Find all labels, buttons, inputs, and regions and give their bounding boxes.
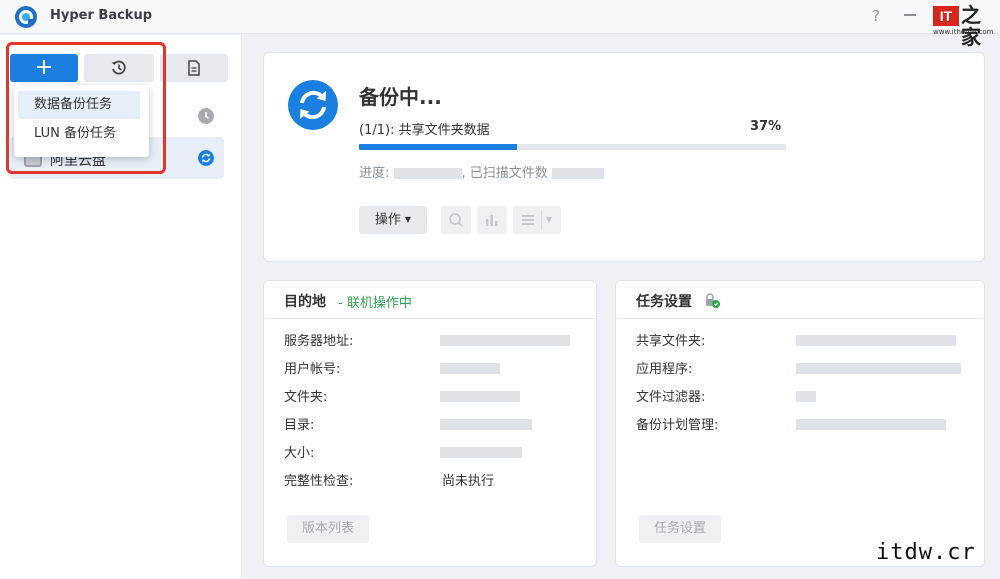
caret-down-icon: ▼ <box>546 215 553 224</box>
app-logo-icon <box>15 6 37 28</box>
progress-detail: 进度: , 已扫描文件数 <box>359 162 604 181</box>
log-button[interactable] <box>160 54 228 82</box>
redacted-value <box>440 445 522 460</box>
encrypted-lock-icon <box>706 293 720 308</box>
version-list-button[interactable]: 版本列表 <box>287 515 369 543</box>
applications-label: 应用程序: <box>636 362 693 377</box>
integrity-check-label: 完整性检查: <box>284 474 354 489</box>
redacted-value <box>440 417 532 432</box>
minimize-button[interactable] <box>904 14 916 16</box>
card-header: 目的地 - 联机操作中 <box>264 281 596 319</box>
task-settings-button[interactable]: 任务设置 <box>639 515 721 543</box>
backup-schedule-label: 备份计划管理: <box>636 418 719 433</box>
redacted-value <box>796 389 816 404</box>
search-history-icon <box>449 213 463 227</box>
bar-chart-icon <box>486 215 498 226</box>
user-account-label: 用户帐号: <box>284 362 341 377</box>
clock-icon <box>198 108 214 124</box>
actions-label: 操作 <box>374 212 401 228</box>
redacted-value <box>796 417 946 432</box>
directory-label: 目录: <box>284 418 315 433</box>
caret-down-icon: ▼ <box>404 215 412 224</box>
document-icon <box>188 60 200 76</box>
redacted-value <box>440 333 570 348</box>
progress-bar <box>359 144 786 150</box>
divider <box>541 210 542 230</box>
ithome-logo: IT 之家 www.ithome.com <box>933 4 994 48</box>
browse-button[interactable] <box>441 206 471 234</box>
progress-detail-mid: , 已扫描文件数 <box>461 166 548 181</box>
redacted-value <box>393 168 462 179</box>
ithome-logo-it: IT <box>933 6 959 26</box>
redacted-value <box>551 168 604 179</box>
sync-icon <box>198 150 214 166</box>
watermark-text: itdw.cr <box>876 540 976 565</box>
server-address-label: 服务器地址: <box>284 334 354 349</box>
destination-title: 目的地 <box>284 294 326 310</box>
more-menu-button[interactable]: ▼ <box>513 206 561 234</box>
redacted-value <box>440 361 500 376</box>
actions-button[interactable]: 操作 ▼ <box>359 206 427 234</box>
redacted-value <box>440 389 520 404</box>
list-icon <box>522 215 534 225</box>
help-button[interactable]: ? <box>872 7 880 25</box>
folder-label: 文件夹: <box>284 390 328 405</box>
card-header: 任务设置 <box>616 281 984 319</box>
redacted-value <box>796 333 956 348</box>
task-settings-card: 任务设置 共享文件夹: 应用程序: 文件过滤器: 备份计划管理: 任务设置 <box>615 280 985 567</box>
redacted-value <box>796 361 961 376</box>
size-label: 大小: <box>284 446 315 461</box>
shared-folder-label: 共享文件夹: <box>636 334 706 349</box>
ithome-logo-zh: 之家 <box>961 3 981 49</box>
ithome-logo-url: www.ithome.com <box>933 28 994 36</box>
progress-percent: 37% <box>750 119 782 134</box>
highlight-annotation <box>6 42 166 174</box>
progress-bar-fill <box>359 144 517 150</box>
destination-card: 目的地 - 联机操作中 服务器地址: 用户帐号: 文件夹: 目录: 大小: 完整… <box>263 280 597 567</box>
progress-detail-prefix: 进度: <box>359 166 390 181</box>
backup-status-card: 备份中... (1/1): 共享文件夹数据 37% 进度: , 已扫描文件数 操… <box>263 52 985 262</box>
app-title: Hyper Backup <box>50 8 153 23</box>
integrity-check-value: 尚未执行 <box>442 474 495 489</box>
sync-icon <box>288 80 338 130</box>
title-bar: Hyper Backup ? IT 之家 www.ithome.com <box>0 0 1000 48</box>
statistics-button[interactable] <box>477 206 507 234</box>
file-filter-label: 文件过滤器: <box>636 390 706 405</box>
connection-status: - 联机操作中 <box>338 296 412 311</box>
status-title: 备份中... <box>359 85 442 109</box>
progress-label: (1/1): 共享文件夹数据 <box>359 123 490 138</box>
task-settings-title: 任务设置 <box>636 294 692 310</box>
